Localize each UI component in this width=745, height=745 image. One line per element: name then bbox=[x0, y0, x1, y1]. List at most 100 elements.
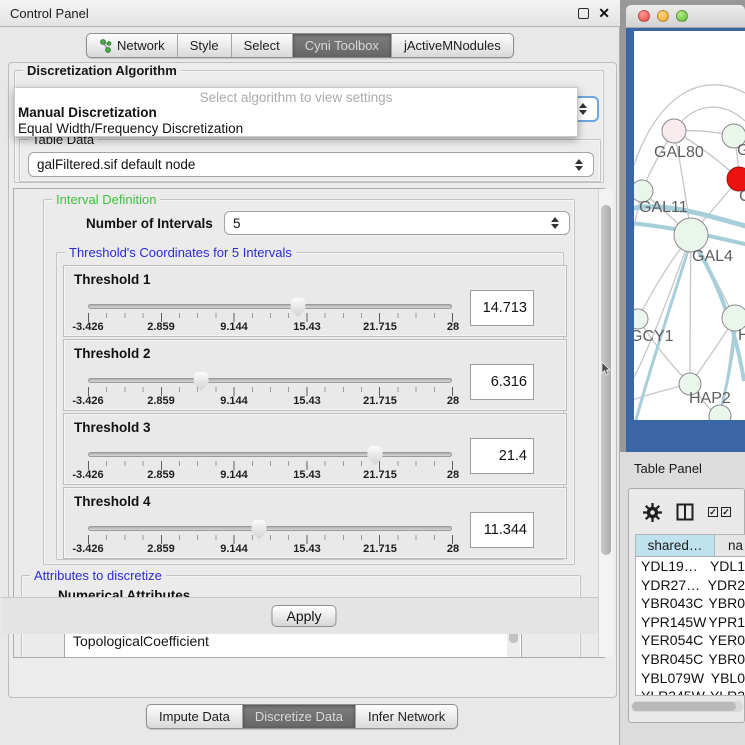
node-label: H bbox=[738, 327, 745, 344]
tab-impute-data[interactable]: Impute Data bbox=[147, 705, 243, 728]
threshold-4-slider[interactable] bbox=[88, 526, 452, 531]
combo-spinner-icon bbox=[579, 103, 589, 115]
close-icon[interactable]: ✕ bbox=[598, 8, 610, 19]
zoom-traffic-light-icon[interactable] bbox=[676, 10, 688, 22]
network-view-window: GAL80 GA C GAL11 GAL4 GCY1 H HAP2 bbox=[626, 5, 745, 452]
apply-button[interactable]: Apply bbox=[271, 605, 336, 627]
node-gal4[interactable] bbox=[674, 218, 708, 252]
table-panel-toolbar: ✓ ✓ bbox=[629, 495, 745, 529]
tab-network[interactable]: Network bbox=[87, 34, 178, 57]
number-of-intervals-label: Number of Intervals bbox=[86, 216, 213, 231]
thresholds-group: Threshold's Coordinates for 5 Intervals … bbox=[56, 252, 564, 560]
checkbox-icon[interactable]: ✓ bbox=[721, 507, 731, 517]
threshold-panel-3: Threshold 3 -3.426 2.859 9.144 15.43 21.… bbox=[63, 413, 567, 485]
number-of-intervals-value: 5 bbox=[233, 216, 241, 231]
threshold-panel-4: Threshold 4 -3.426 2.859 9.144 15.43 21.… bbox=[63, 487, 567, 559]
settings-scrollpane: Interval Definition Number of Intervals … bbox=[13, 188, 605, 658]
thresholds-group-label: Threshold's Coordinates for 5 Intervals bbox=[65, 245, 296, 260]
table-row[interactable]: YDL19…YDL1 bbox=[636, 557, 745, 576]
table-data-value: galFiltered.sif default node bbox=[37, 157, 195, 172]
tab-cyni-toolbox[interactable]: Cyni Toolbox bbox=[293, 34, 392, 57]
table-data-combobox[interactable]: galFiltered.sif default node bbox=[28, 152, 594, 177]
node-partial[interactable] bbox=[709, 405, 731, 420]
slider-tick-labels: -3.426 2.859 9.144 15.43 21.715 28 bbox=[88, 469, 453, 481]
attributes-group-label: Attributes to discretize bbox=[30, 568, 166, 583]
tab-select[interactable]: Select bbox=[232, 34, 293, 57]
screen: Control Panel ✕ Network bbox=[0, 0, 745, 745]
vertical-scrollbar[interactable] bbox=[598, 189, 613, 657]
threshold-2-label: Threshold 2 bbox=[74, 346, 151, 361]
tab-jactivemnodules[interactable]: jActiveMNodules bbox=[392, 34, 513, 57]
list-item[interactable]: BetweennessCentrality bbox=[65, 652, 521, 658]
node-gal80[interactable] bbox=[662, 119, 686, 143]
threshold-1-value-field[interactable]: 14.713 bbox=[470, 290, 534, 326]
bottom-tab-bar: Impute Data Discretize Data Infer Networ… bbox=[146, 704, 458, 729]
algorithm-group-label: Discretization Algorithm bbox=[23, 63, 181, 78]
horizontal-scrollbar[interactable] bbox=[631, 701, 743, 712]
node-label: GAL4 bbox=[692, 248, 733, 265]
gear-icon[interactable] bbox=[643, 503, 662, 522]
node-label: GA bbox=[737, 142, 745, 159]
table-row[interactable]: YBR043CYBR0 bbox=[636, 594, 745, 613]
mouse-cursor bbox=[601, 362, 611, 376]
table-header-row: shared… na bbox=[636, 535, 745, 557]
popup-option-equal-width[interactable]: Equal Width/Frequency Discretization bbox=[15, 121, 577, 137]
node-label: C bbox=[739, 188, 745, 205]
table-row[interactable]: YDR27…YDR2 bbox=[636, 576, 745, 595]
top-tab-bar: Network Style Select Cyni Toolbox jActiv… bbox=[86, 33, 514, 58]
node-label: HAP2 bbox=[689, 390, 731, 407]
apply-strip: Apply bbox=[1, 597, 607, 634]
interval-definition-label: Interval Definition bbox=[52, 192, 160, 207]
table-panel: ✓ ✓ shared… na YDL19…YDL1 YDR27…YDR2 YBR… bbox=[628, 488, 745, 723]
column-header-shared[interactable]: shared… bbox=[636, 535, 715, 557]
tab-discretize-data[interactable]: Discretize Data bbox=[243, 705, 356, 728]
node-table: shared… na YDL19…YDL1 YDR27…YDR2 YBR043C… bbox=[635, 534, 745, 696]
float-window-icon[interactable] bbox=[578, 8, 589, 19]
threshold-3-slider[interactable] bbox=[88, 452, 452, 457]
interval-definition-group: Interval Definition Number of Intervals … bbox=[43, 199, 575, 565]
table-data-group: Table Data galFiltered.sif default node bbox=[19, 139, 601, 182]
table-row[interactable]: YBL079WYBL0 bbox=[636, 669, 745, 688]
threshold-3-label: Threshold 3 bbox=[74, 420, 151, 435]
threshold-panel-2: Threshold 2 -3.426 2.859 9.144 15.43 21.… bbox=[63, 339, 567, 411]
column-header-name[interactable]: na bbox=[715, 535, 745, 557]
split-columns-icon[interactable] bbox=[676, 503, 694, 521]
popup-placeholder-item[interactable]: Select algorithm to view settings bbox=[15, 88, 577, 105]
network-canvas[interactable]: GAL80 GA C GAL11 GAL4 GCY1 H HAP2 bbox=[634, 31, 745, 420]
threshold-3-value-field[interactable]: 21.4 bbox=[470, 438, 534, 474]
network-icon bbox=[99, 39, 112, 53]
right-area: GAL80 GA C GAL11 GAL4 GCY1 H HAP2 Table … bbox=[620, 0, 745, 745]
threshold-4-label: Threshold 4 bbox=[74, 494, 151, 509]
popup-option-manual-discretization[interactable]: Manual Discretization bbox=[15, 105, 577, 121]
slider-tick-labels: -3.426 2.859 9.144 15.43 21.715 28 bbox=[88, 321, 453, 333]
combo-spinner-icon bbox=[551, 217, 561, 229]
panel-title: Control Panel bbox=[10, 6, 89, 21]
threshold-4-value-field[interactable]: 11.344 bbox=[470, 512, 534, 548]
threshold-1-slider[interactable] bbox=[88, 304, 452, 309]
table-row[interactable]: YER054CYER0 bbox=[636, 631, 745, 650]
tab-style[interactable]: Style bbox=[178, 34, 232, 57]
node-label: GCY1 bbox=[634, 328, 674, 345]
node-gcy1[interactable] bbox=[634, 309, 648, 329]
combo-spinner-icon bbox=[575, 159, 585, 171]
minimize-traffic-light-icon[interactable] bbox=[657, 10, 669, 22]
table-panel-titlebar: Table Panel bbox=[620, 452, 745, 484]
node-label: GAL80 bbox=[654, 144, 704, 161]
control-panel-titlebar: Control Panel ✕ bbox=[0, 0, 620, 27]
threshold-2-value-field[interactable]: 6.316 bbox=[470, 364, 534, 400]
list-item[interactable]: TopologicalCoefficient bbox=[65, 631, 521, 652]
close-traffic-light-icon[interactable] bbox=[638, 10, 650, 22]
table-panel-title: Table Panel bbox=[634, 461, 702, 476]
control-panel: Control Panel ✕ Network bbox=[0, 0, 620, 745]
checkbox-icon[interactable]: ✓ bbox=[708, 507, 718, 517]
table-row[interactable]: YPR145WYPR1 bbox=[636, 613, 745, 632]
threshold-panel-1: Threshold 1 -3.426 2.859 9.144 15.43 21.… bbox=[63, 265, 567, 337]
table-row[interactable]: YBR045CYBR0 bbox=[636, 650, 745, 669]
number-of-intervals-combobox[interactable]: 5 bbox=[224, 211, 570, 235]
threshold-2-slider[interactable] bbox=[88, 378, 452, 383]
node-label: GAL11 bbox=[639, 199, 688, 216]
tab-infer-network[interactable]: Infer Network bbox=[356, 705, 457, 728]
table-row[interactable]: YLR345WYLR3 bbox=[636, 687, 745, 696]
network-graph: GAL80 GA C GAL11 GAL4 GCY1 H HAP2 bbox=[634, 31, 745, 420]
algorithm-dropdown-popup: Select algorithm to view settings Manual… bbox=[14, 87, 578, 137]
